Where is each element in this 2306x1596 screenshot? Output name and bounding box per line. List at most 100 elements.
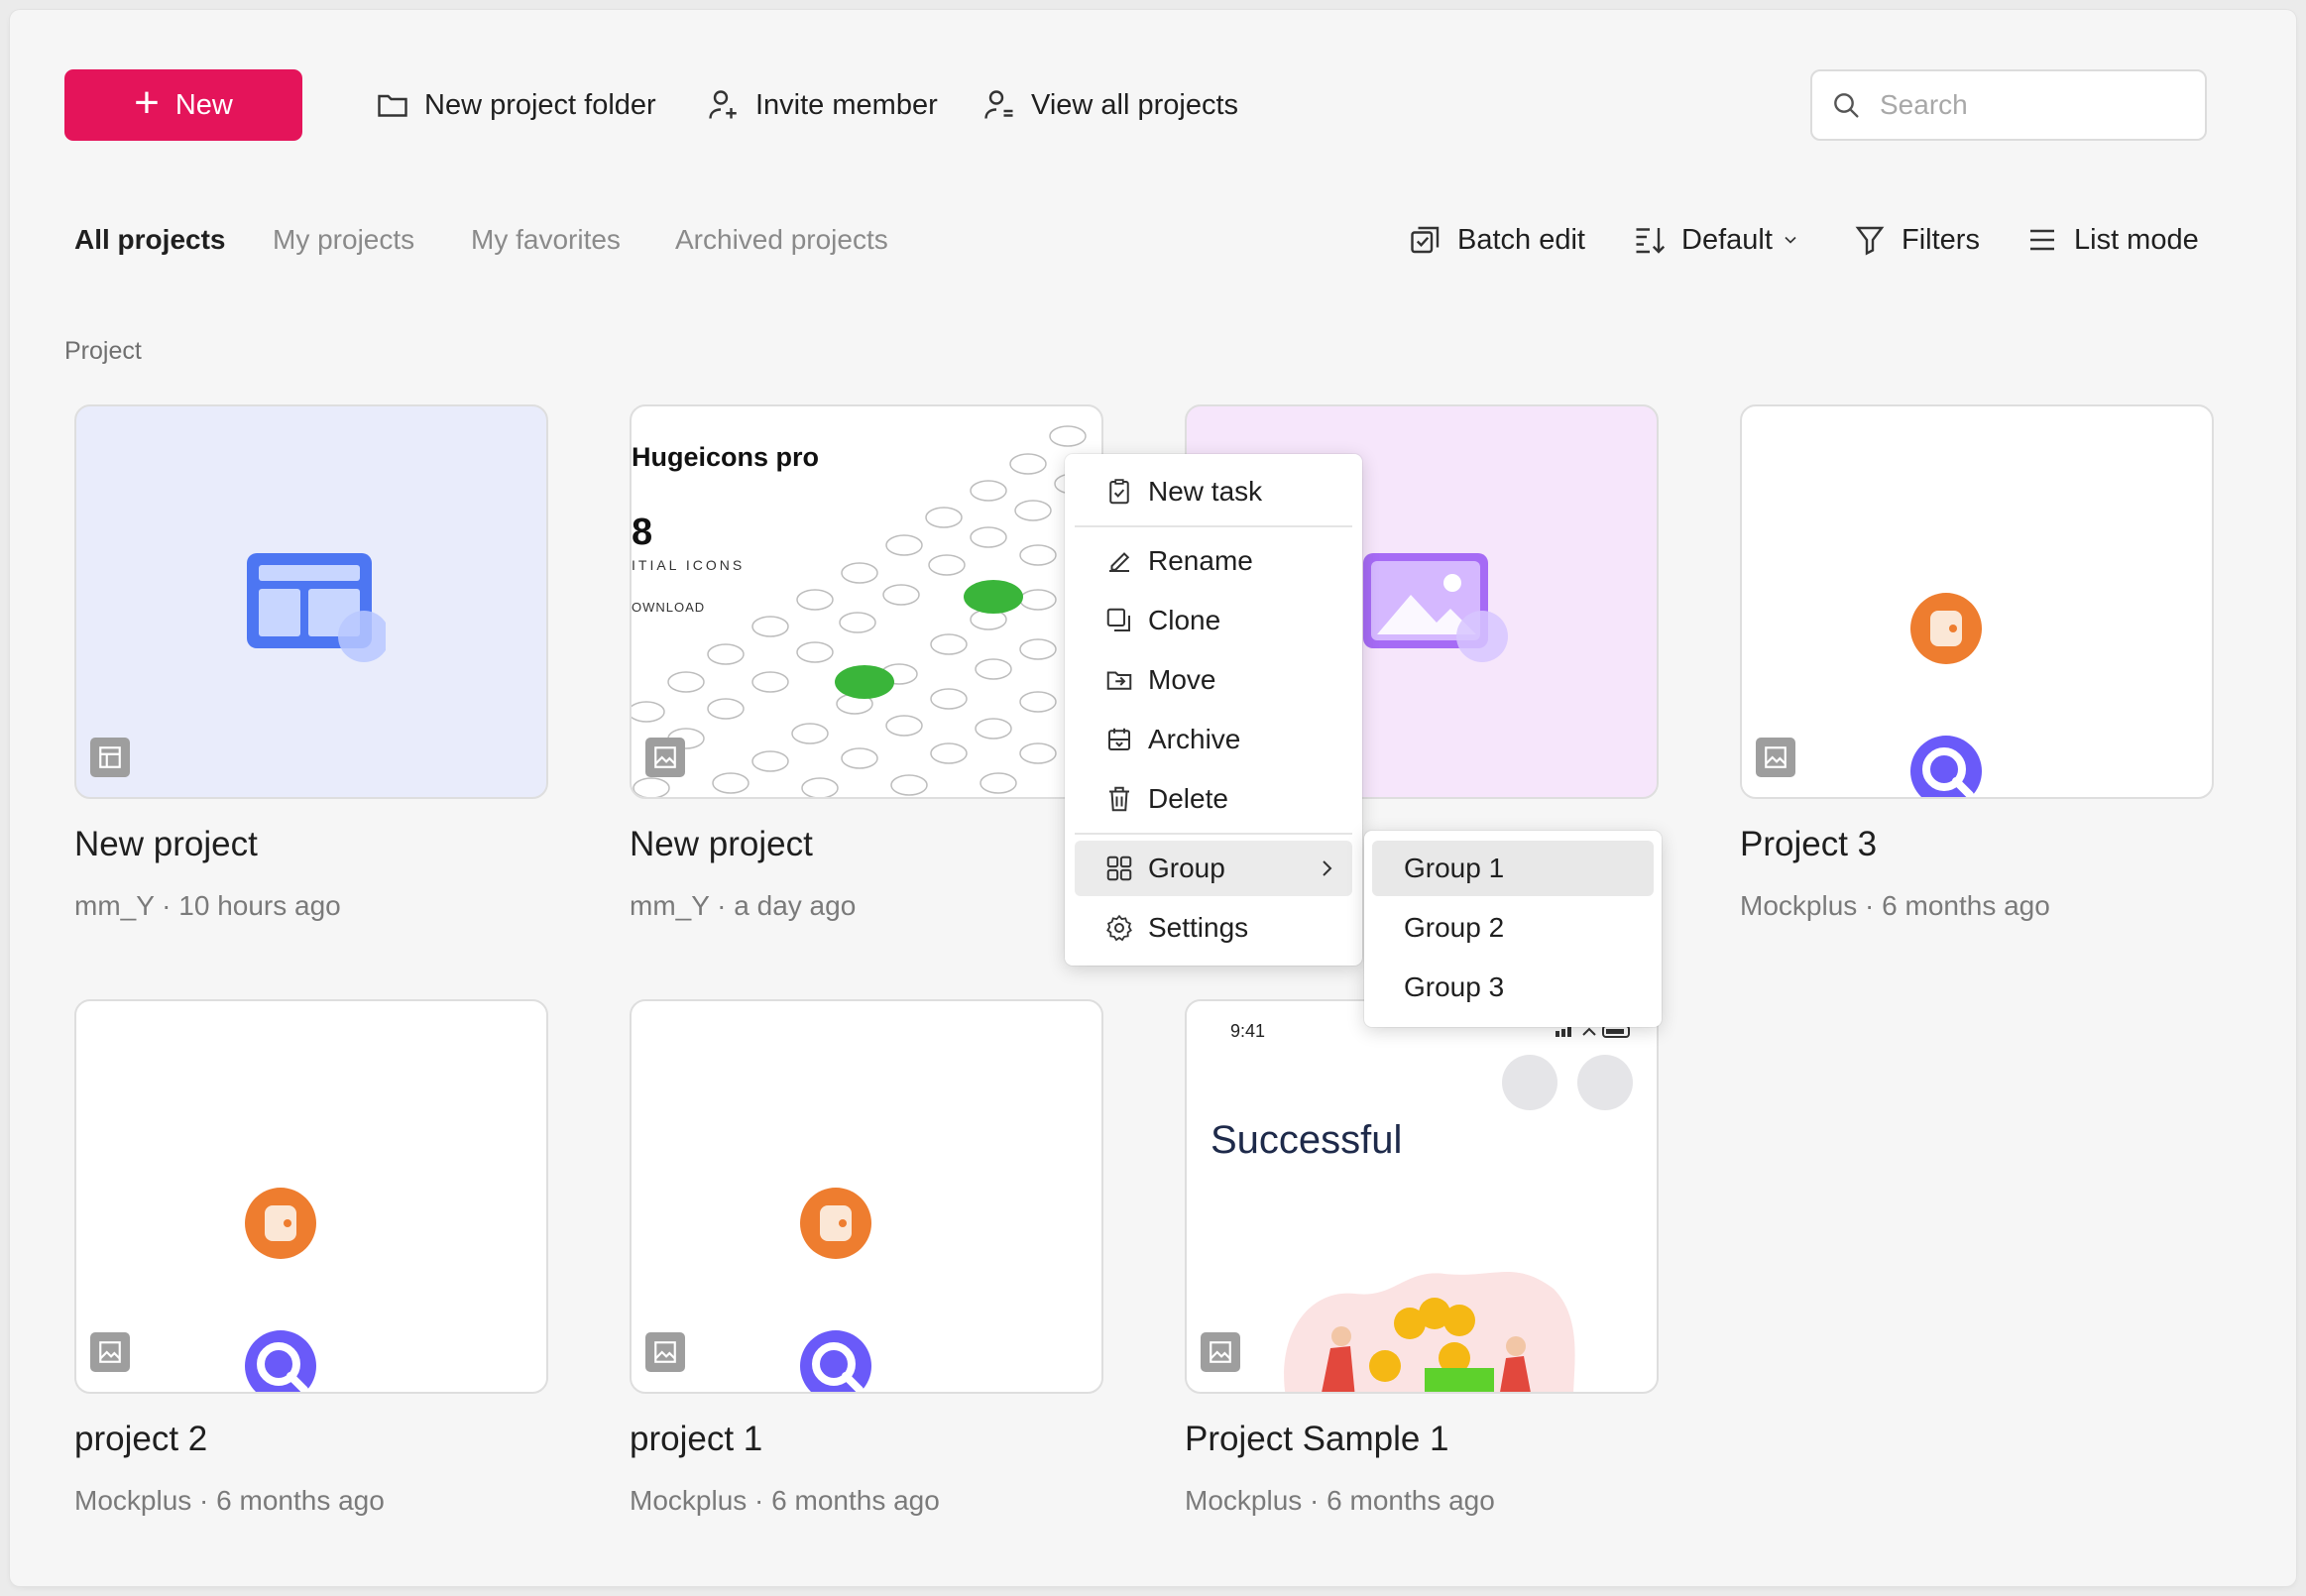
menu-item-label: Delete	[1148, 783, 1228, 814]
tab-archived-projects[interactable]: Archived projects	[675, 224, 888, 256]
trash-icon	[1109, 786, 1129, 812]
project-card[interactable]	[630, 999, 1103, 1394]
menu-item-archive[interactable]: Archive	[1075, 712, 1352, 767]
submenu-item-group-1[interactable]: Group 1	[1372, 841, 1654, 896]
context-menu: New task Rename Clone Move Archive Delet…	[1065, 454, 1362, 966]
image-badge-icon	[645, 1332, 685, 1372]
menu-item-rename[interactable]: Rename	[1075, 533, 1352, 589]
new-button[interactable]: + New	[64, 69, 302, 141]
image-badge-icon	[1756, 738, 1795, 777]
search-icon	[1834, 93, 1859, 118]
new-project-folder-label: New project folder	[424, 88, 656, 121]
submenu-item-group-3[interactable]: Group 3	[1372, 960, 1654, 1015]
thumb-status-time: 9:41	[1230, 1021, 1266, 1041]
menu-item-delete[interactable]: Delete	[1075, 771, 1352, 827]
purple-search-app-icon	[1910, 736, 1982, 797]
project-title[interactable]: New project	[74, 825, 258, 864]
project-meta: mm_Y · 10 hours ago	[74, 890, 341, 921]
image-placeholder-icon	[1363, 553, 1508, 662]
menu-item-settings[interactable]: Settings	[1075, 900, 1352, 956]
project-title[interactable]: Project Sample 1	[1185, 1420, 1449, 1459]
avatar-placeholder	[1577, 1055, 1633, 1110]
keyboard-icons-illustration	[632, 425, 1092, 797]
sort-icon	[1636, 228, 1666, 254]
project-card[interactable]	[1740, 404, 2214, 799]
menu-divider	[1075, 833, 1352, 835]
filters-label: Filters	[1902, 223, 1980, 256]
purple-search-app-icon	[800, 1330, 871, 1392]
group-submenu: Group 1 Group 2 Group 3	[1364, 831, 1662, 1027]
plus-icon: +	[134, 78, 160, 127]
batch-edit-button[interactable]: Batch edit	[1408, 222, 1585, 258]
layout-icon	[247, 553, 386, 662]
sort-label: Default	[1681, 223, 1773, 256]
image-badge-icon	[1201, 1332, 1240, 1372]
project-title[interactable]: New project	[630, 825, 813, 864]
project-meta: Mockplus · 6 months ago	[1740, 890, 2050, 921]
success-illustration	[1284, 1272, 1575, 1392]
project-card[interactable]: Hugeicons pro 8 ITIAL ICONS OWNLOAD	[630, 404, 1103, 799]
image-badge-icon	[645, 738, 685, 777]
invite-member-button[interactable]: Invite member	[706, 87, 938, 123]
menu-item-label: New task	[1148, 476, 1263, 507]
menu-divider	[1075, 525, 1352, 527]
filter-icon	[1855, 226, 1885, 256]
orange-app-icon	[245, 1188, 316, 1259]
project-card[interactable]	[74, 404, 548, 799]
menu-item-new-task[interactable]: New task	[1075, 464, 1352, 519]
add-user-icon	[709, 90, 737, 119]
tab-my-projects[interactable]: My projects	[273, 224, 414, 256]
list-mode-button[interactable]: List mode	[2024, 222, 2199, 258]
gear-icon	[1106, 914, 1132, 942]
orange-app-icon	[1910, 593, 1982, 664]
view-all-projects-label: View all projects	[1031, 88, 1239, 121]
new-project-folder-button[interactable]: New project folder	[375, 87, 656, 123]
search-box[interactable]	[1810, 69, 2207, 141]
thumb-headline: Successful	[1211, 1118, 1403, 1162]
grid-icon	[1106, 855, 1132, 881]
menu-item-move[interactable]: Move	[1075, 652, 1352, 708]
menu-item-label: Group	[1148, 853, 1225, 883]
new-button-label: New	[174, 88, 233, 121]
project-title[interactable]: project 1	[630, 1420, 762, 1459]
project-card[interactable]: 9:41 Successful	[1185, 999, 1659, 1394]
move-folder-icon	[1106, 671, 1132, 690]
orange-app-icon	[800, 1188, 871, 1259]
project-meta: Mockplus · 6 months ago	[1185, 1485, 1495, 1516]
batch-edit-label: Batch edit	[1457, 223, 1585, 256]
menu-item-label: Move	[1148, 664, 1216, 695]
submenu-item-group-2[interactable]: Group 2	[1372, 900, 1654, 956]
section-label: Project	[64, 337, 142, 365]
project-meta: mm_Y · a day ago	[630, 890, 857, 921]
copy-icon	[1106, 608, 1130, 631]
chevron-right-icon	[1323, 860, 1332, 876]
archive-icon	[1108, 728, 1130, 750]
menu-item-group[interactable]: Group	[1075, 841, 1352, 896]
sort-dropdown[interactable]: Default	[1632, 222, 1800, 258]
project-meta: Mockplus · 6 months ago	[74, 1485, 385, 1516]
folder-icon	[378, 94, 407, 117]
list-icon	[2030, 229, 2054, 251]
search-input[interactable]	[1878, 88, 2179, 122]
menu-item-label: Archive	[1148, 724, 1241, 754]
pencil-icon	[1109, 552, 1130, 572]
menu-item-label: Rename	[1148, 545, 1253, 576]
purple-search-app-icon	[245, 1330, 316, 1392]
tab-my-favorites[interactable]: My favorites	[471, 224, 621, 256]
clipboard-check-icon	[1109, 479, 1129, 505]
project-title[interactable]: project 2	[74, 1420, 207, 1459]
user-list-icon	[984, 90, 1013, 119]
layout-badge-icon	[90, 738, 130, 777]
view-all-projects-button[interactable]: View all projects	[981, 87, 1238, 123]
menu-item-clone[interactable]: Clone	[1075, 593, 1352, 648]
filters-button[interactable]: Filters	[1852, 222, 1980, 258]
avatar-placeholder	[1502, 1055, 1557, 1110]
project-card[interactable]	[74, 999, 548, 1394]
chevron-down-icon	[1785, 236, 1796, 244]
project-meta: Mockplus · 6 months ago	[630, 1485, 940, 1516]
image-badge-icon	[90, 1332, 130, 1372]
menu-item-label: Clone	[1148, 605, 1221, 635]
tab-all-projects[interactable]: All projects	[74, 224, 225, 256]
project-title[interactable]: Project 3	[1740, 825, 1877, 864]
list-mode-label: List mode	[2074, 223, 2199, 256]
